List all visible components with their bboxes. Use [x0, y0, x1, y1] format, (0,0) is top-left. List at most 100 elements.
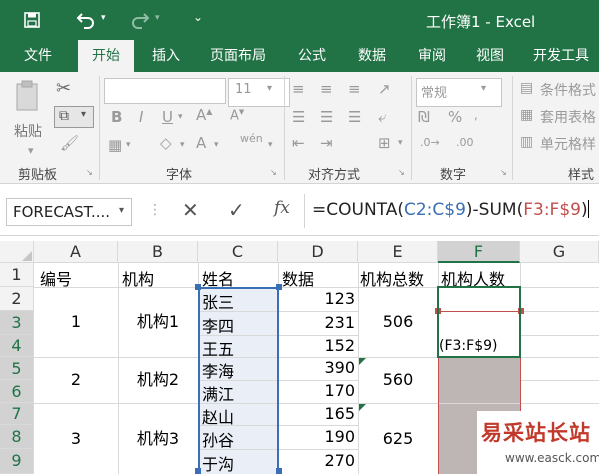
tab-file[interactable]: 文件 [10, 40, 66, 72]
cell-styles-button[interactable]: 单元格样 [540, 134, 596, 154]
wrap-text-icon[interactable]: ⤶ [378, 108, 386, 126]
underline-button[interactable]: U [162, 108, 173, 126]
column-header-f[interactable]: F [438, 241, 520, 263]
cell-d9[interactable]: 270 [278, 451, 355, 470]
cell-b-group3[interactable]: 机构3 [118, 403, 198, 474]
percent-icon[interactable]: % [448, 108, 462, 126]
column-header-b[interactable]: B [118, 241, 198, 263]
alignment-launcher-icon[interactable]: ↘ [398, 168, 405, 177]
comma-icon[interactable]: , [474, 108, 478, 122]
font-color-icon[interactable]: A [196, 134, 206, 152]
copy-button[interactable]: ⧉ ▾ [54, 106, 94, 128]
row-header-2[interactable]: 2 [0, 287, 34, 311]
range-handle[interactable] [276, 468, 282, 474]
row-header-3[interactable]: 3 [0, 311, 34, 335]
orientation-icon[interactable]: ↗ [378, 80, 391, 98]
number-launcher-icon[interactable]: ↘ [500, 168, 507, 177]
error-indicator-icon[interactable] [359, 404, 366, 411]
row-header-5[interactable]: 5 [0, 357, 34, 380]
column-header-e[interactable]: E [358, 241, 438, 263]
save-icon[interactable] [24, 12, 40, 28]
cell-a-group2[interactable]: 2 [34, 357, 118, 403]
phonetic-icon[interactable]: wén [240, 132, 263, 145]
font-grow-icon[interactable]: A▲ [196, 106, 212, 124]
merge-center-icon[interactable]: ⊞ [378, 134, 391, 152]
cell-d6[interactable]: 170 [278, 381, 355, 400]
cell-d5[interactable]: 390 [278, 358, 355, 377]
conditional-format-icon[interactable]: ▤ [520, 80, 533, 96]
column-header-c[interactable]: C [198, 241, 278, 263]
phonetic-dropdown-icon[interactable]: ▾ [268, 140, 273, 150]
merge-dropdown-icon[interactable]: ▾ [398, 138, 403, 148]
tab-developer[interactable]: 开发工具 [524, 40, 598, 72]
cell-d1[interactable]: 数据 [282, 266, 314, 290]
cell-a-group1[interactable]: 1 [34, 287, 118, 357]
cell-d3[interactable]: 231 [278, 313, 355, 332]
bold-button[interactable]: B [111, 108, 122, 126]
format-painter-icon[interactable]: 🖌 [60, 134, 79, 152]
cancel-icon[interactable]: ✕ [182, 198, 199, 222]
cell-e-group1[interactable]: 506 [358, 287, 438, 357]
align-top-icon[interactable]: ≡ [292, 80, 305, 98]
row-header-7[interactable]: 7 [0, 403, 34, 425]
insert-function-icon[interactable]: fx [274, 198, 290, 218]
tab-insert[interactable]: 插入 [138, 40, 194, 72]
align-middle-icon[interactable]: ≡ [320, 80, 333, 98]
cell-e-group2[interactable]: 560 [358, 357, 438, 403]
row-header-6[interactable]: 6 [0, 380, 34, 403]
range-handle[interactable] [195, 468, 201, 474]
format-table-button[interactable]: 套用表格 [540, 107, 596, 127]
column-header-a[interactable]: A [34, 241, 118, 263]
row-header-8[interactable]: 8 [0, 425, 34, 449]
range-handle[interactable] [195, 284, 201, 290]
paste-dropdown-icon[interactable]: ▾ [28, 144, 34, 157]
cell-b-group2[interactable]: 机构2 [118, 357, 198, 403]
name-box[interactable]: FORECAST.... ▾ [6, 198, 132, 226]
formula-input[interactable]: =COUNTA(C2:C$9)-SUM(F3:F$9) [312, 200, 589, 220]
font-shrink-icon[interactable]: A▼ [230, 108, 244, 123]
cell-d4[interactable]: 152 [278, 336, 355, 355]
font-size-combo[interactable]: 11 ▾ [228, 78, 290, 107]
align-bottom-icon[interactable]: ≡ [348, 80, 361, 98]
tab-formulas[interactable]: 公式 [284, 40, 340, 72]
decrease-indent-icon[interactable]: ⇤ [292, 134, 305, 152]
fill-dropdown-icon[interactable]: ▾ [180, 140, 185, 150]
row-header-1[interactable]: 1 [0, 263, 34, 287]
tab-page-layout[interactable]: 页面布局 [196, 40, 280, 72]
tab-home[interactable]: 开始 [78, 40, 134, 72]
column-header-g[interactable]: G [520, 241, 599, 263]
italic-button[interactable]: I [139, 108, 143, 126]
increase-decimal-icon[interactable]: .0→ [420, 136, 440, 149]
undo-dropdown-icon[interactable]: ▾ [101, 13, 106, 23]
cell-a-group3[interactable]: 3 [34, 403, 118, 474]
align-center-icon[interactable]: ☰ [320, 108, 333, 126]
cell-d8[interactable]: 190 [278, 427, 355, 446]
error-indicator-icon[interactable] [359, 358, 366, 365]
tab-review[interactable]: 审阅 [404, 40, 460, 72]
cell-styles-icon[interactable]: ▥ [520, 134, 533, 150]
undo-icon[interactable] [76, 11, 96, 29]
conditional-format-button[interactable]: 条件格式 [540, 80, 596, 100]
font-color-dropdown-icon[interactable]: ▾ [214, 140, 219, 150]
cell-b-group1[interactable]: 机构1 [118, 287, 198, 357]
cell-d2[interactable]: 123 [278, 289, 355, 308]
font-launcher-icon[interactable]: ↘ [270, 168, 277, 177]
range-handle[interactable] [276, 284, 282, 290]
format-table-icon[interactable]: ▦ [520, 107, 533, 123]
accounting-icon[interactable]: ₪ [418, 108, 430, 126]
paste-label[interactable]: 粘贴 [14, 121, 42, 141]
cut-icon[interactable]: ✂ [56, 78, 71, 99]
decrease-decimal-icon[interactable]: .00 [456, 136, 474, 149]
number-format-combo[interactable]: 常规 ▾ [416, 78, 502, 107]
row-header-9[interactable]: 9 [0, 449, 34, 474]
clipboard-launcher-icon[interactable]: ↘ [86, 168, 93, 177]
borders-dropdown-icon[interactable]: ▾ [126, 140, 131, 150]
underline-dropdown-icon[interactable]: ▾ [178, 112, 183, 122]
increase-indent-icon[interactable]: ⇥ [320, 134, 333, 152]
enter-icon[interactable]: ✓ [228, 198, 245, 222]
align-left-icon[interactable]: ☰ [292, 108, 305, 126]
paste-icon[interactable] [14, 80, 42, 112]
customize-qat-icon[interactable]: ⌄ [193, 10, 203, 24]
cell-d7[interactable]: 165 [278, 404, 355, 423]
cell-e-group3[interactable]: 625 [358, 403, 438, 474]
